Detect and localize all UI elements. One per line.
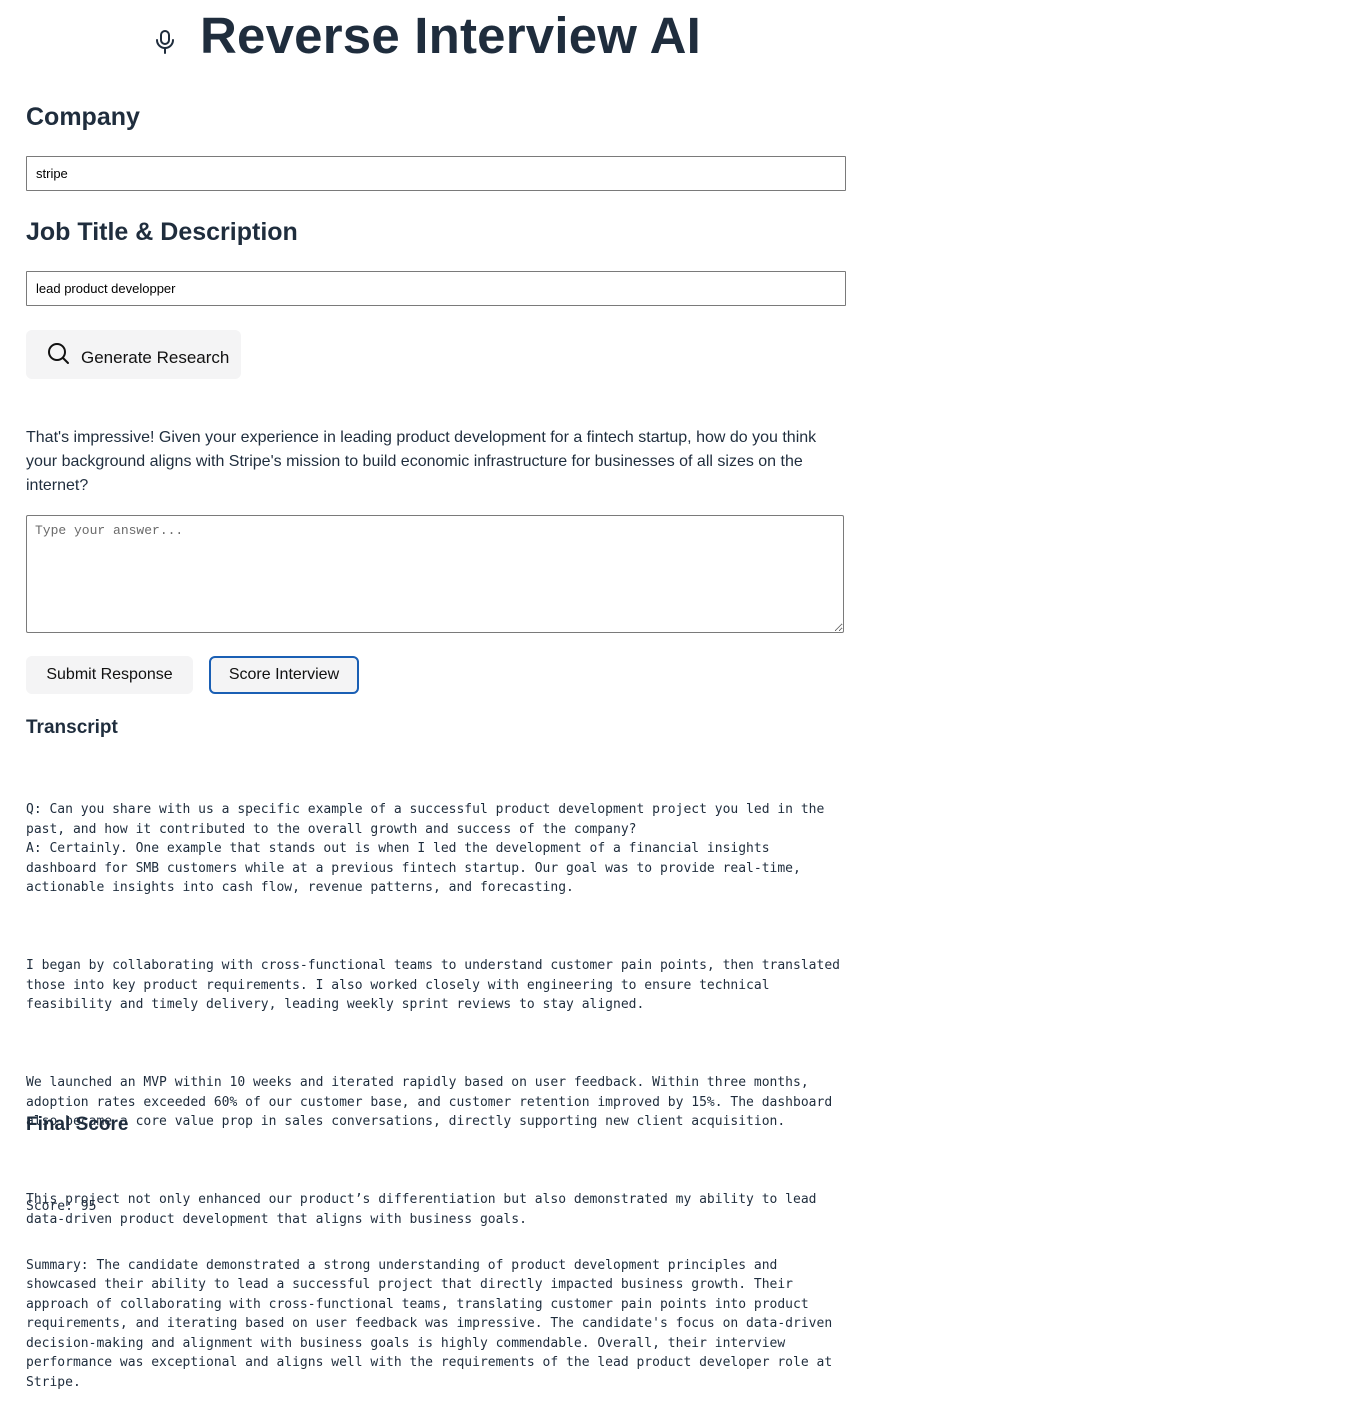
score-value: Score: 95 [26, 1199, 97, 1214]
app-title: Reverse Interview AI [200, 7, 702, 64]
final-score-text: Score: 95 Summary: The candidate demonst… [26, 1158, 846, 1412]
search-icon [48, 343, 69, 364]
transcript-qa: Q: Can you share with us a specific exam… [26, 800, 846, 898]
microphone-icon [156, 30, 174, 54]
score-interview-button[interactable]: Score Interview [209, 656, 359, 694]
final-score-heading: Final Score [26, 1114, 129, 1135]
generate-research-label: Generate Research [81, 348, 230, 367]
generate-research-button[interactable]: Generate Research [26, 330, 241, 379]
job-title-input[interactable] [26, 271, 846, 306]
interview-question: That's impressive! Given your experience… [26, 429, 817, 494]
transcript-question: Q: Can you share with us a specific exam… [26, 802, 833, 837]
transcript-answer-paragraph: A: Certainly. One example that stands ou… [26, 841, 809, 895]
transcript-heading: Transcript [26, 717, 118, 738]
answer-textarea[interactable] [26, 515, 844, 633]
job-heading: Job Title & Description [26, 218, 298, 246]
transcript-answer-paragraph: We launched an MVP within 10 weeks and i… [26, 1075, 840, 1129]
score-summary: Summary: The candidate demonstrated a st… [26, 1257, 840, 1390]
company-input[interactable] [26, 156, 846, 191]
submit-response-button[interactable]: Submit Response [26, 656, 193, 694]
company-heading: Company [26, 103, 140, 131]
app-header: Reverse Interview AI [0, 0, 1368, 80]
transcript-answer-paragraph: I began by collaborating with cross-func… [26, 958, 848, 1012]
